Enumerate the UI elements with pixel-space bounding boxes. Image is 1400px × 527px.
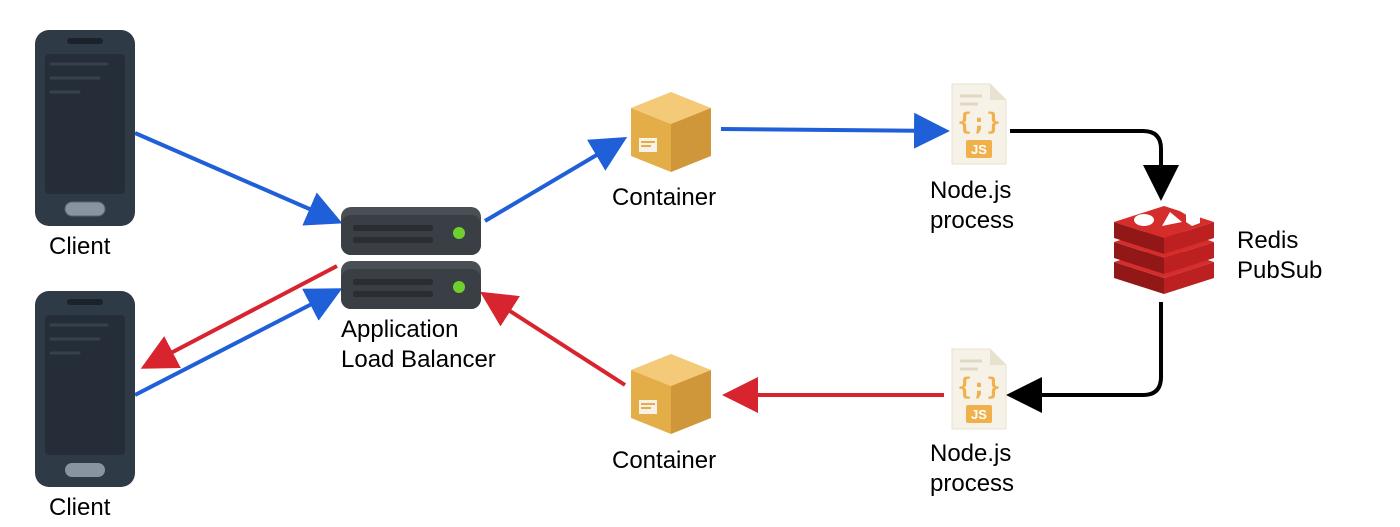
container-top-label: Container	[612, 183, 716, 213]
nodejs-bottom-label-line1: Node.js	[930, 439, 1011, 469]
redis-icon	[1108, 198, 1220, 298]
arrow-container-top-to-node-top	[721, 129, 944, 131]
package-box-icon	[627, 88, 715, 176]
client-phone-bottom	[35, 291, 135, 487]
svg-text:JS: JS	[971, 407, 987, 422]
arrow-container-bottom-to-alb	[485, 295, 625, 385]
arrow-alb-to-container-top	[485, 140, 622, 221]
nodejs-top-label-line1: Node.js	[930, 176, 1011, 206]
client-top-label: Client	[49, 232, 110, 262]
nodejs-process-bottom: {;} JS	[948, 345, 1010, 433]
nodejs-bottom-label-line2: process	[930, 469, 1014, 499]
alb-label-line1: Application	[341, 315, 458, 345]
redis-pubsub	[1108, 198, 1220, 298]
redis-label-line1: Redis	[1237, 226, 1298, 256]
nodejs-top-label-line2: process	[930, 206, 1014, 236]
arrow-alb-to-client-bottom	[146, 266, 337, 366]
alb-label-line2: Load Balancer	[341, 345, 496, 375]
javascript-file-icon: {;} JS	[948, 345, 1010, 433]
package-box-icon	[627, 350, 715, 438]
container-bottom-label: Container	[612, 446, 716, 476]
phone-icon	[35, 30, 135, 226]
arrow-redis-to-node-bottom	[1012, 302, 1161, 395]
phone-icon	[35, 291, 135, 487]
container-bottom	[627, 350, 715, 438]
nodejs-process-top: {;} JS	[948, 80, 1010, 168]
client-bottom-label: Client	[49, 493, 110, 523]
redis-label-line2: PubSub	[1237, 256, 1322, 286]
arrow-node-top-to-redis	[1010, 131, 1161, 195]
client-phone-top	[35, 30, 135, 226]
svg-text:JS: JS	[971, 142, 987, 157]
load-balancer	[341, 207, 481, 309]
container-top	[627, 88, 715, 176]
arrow-client-top-to-alb	[135, 133, 337, 221]
svg-text:{;}: {;}	[957, 373, 1000, 401]
arrow-client-bottom-to-alb	[135, 291, 337, 395]
svg-text:{;}: {;}	[957, 108, 1000, 136]
javascript-file-icon: {;} JS	[948, 80, 1010, 168]
server-stack-icon	[341, 207, 481, 309]
